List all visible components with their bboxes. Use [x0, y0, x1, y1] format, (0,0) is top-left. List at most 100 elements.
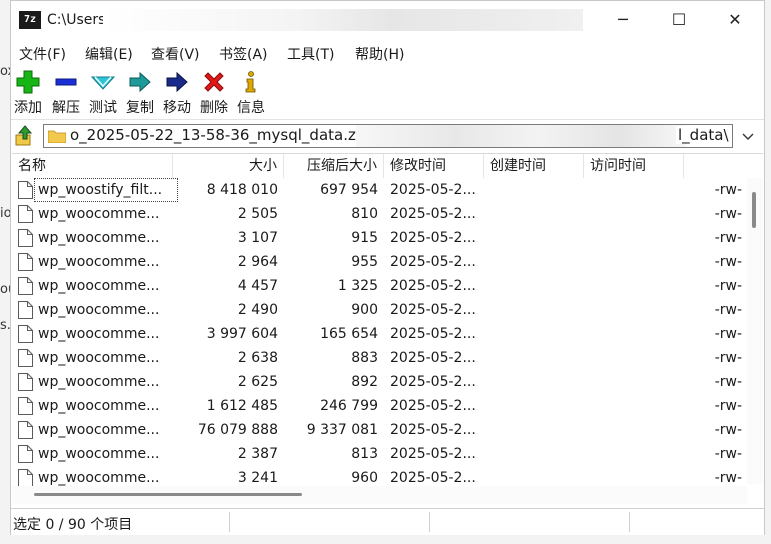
- file-attributes: -rw-: [714, 278, 742, 294]
- minimize-button[interactable]: ─: [595, 1, 651, 39]
- file-icon: [18, 349, 33, 367]
- table-row[interactable]: wp_woocomme... 2 964 955 2025-05-2... -rw-: [12, 250, 752, 274]
- file-name: wp_woocomme...: [38, 422, 160, 438]
- table-row[interactable]: wp_woocomme... 2 505 810 2025-05-2... -rw-: [12, 202, 752, 226]
- file-icon: [18, 445, 33, 463]
- horizontal-scroll-thumb[interactable]: [34, 493, 302, 496]
- file-name: wp_woocomme...: [38, 302, 160, 318]
- file-size: 3 107: [237, 230, 278, 246]
- file-packed-size: 697 954: [320, 182, 378, 198]
- file-packed-size: 892: [351, 374, 378, 390]
- table-row[interactable]: wp_woostify_filt... 8 418 010 697 954 2025-…: [12, 178, 752, 202]
- file-size: 4 457: [237, 278, 278, 294]
- address-input[interactable]: o_2025-05-22_13-58-36_mysql_data.zip\t l…: [43, 124, 733, 148]
- file-name-cell: wp_woocomme...: [34, 274, 178, 298]
- file-size: 2 625: [237, 374, 278, 390]
- file-attributes: -rw-: [714, 374, 742, 390]
- file-packed-size: 883: [351, 350, 378, 366]
- file-size: 76 079 888: [197, 422, 278, 438]
- file-name: wp_woocomme...: [38, 374, 160, 390]
- address-path: o_2025-05-22_13-58-36_mysql_data.zip\t: [70, 126, 381, 144]
- file-attributes: -rw-: [714, 254, 742, 270]
- file-modified: 2025-05-2...: [390, 278, 476, 294]
- file-packed-size: 9 337 081: [306, 422, 378, 438]
- address-dropdown-button[interactable]: [737, 126, 759, 146]
- add-icon: [15, 69, 41, 95]
- menu-file[interactable]: 文件(F): [19, 44, 66, 64]
- menu-view[interactable]: 查看(V): [151, 44, 200, 64]
- file-modified: 2025-05-2...: [390, 374, 476, 390]
- file-icon: [18, 397, 33, 415]
- archive-window: 7z C:\Users ─ ☐ ✕ 文件(F) 编辑(E) 查看(V) 书签(A…: [10, 0, 765, 535]
- file-size: 1 612 485: [206, 398, 278, 414]
- column-header-created[interactable]: 创建时间: [484, 154, 584, 178]
- file-size: 2 638: [237, 350, 278, 366]
- folder-icon: [47, 128, 67, 144]
- file-attributes: -rw-: [714, 326, 742, 342]
- address-bar: o_2025-05-22_13-58-36_mysql_data.zip\t l…: [11, 120, 764, 152]
- column-header-size[interactable]: 大小: [173, 154, 284, 178]
- table-row[interactable]: wp_woocomme... 4 457 1 325 2025-05-2... -rw-: [12, 274, 752, 298]
- menu-edit[interactable]: 编辑(E): [85, 44, 133, 64]
- file-icon: [18, 469, 33, 487]
- file-icon: [18, 421, 33, 439]
- menu-tools[interactable]: 工具(T): [287, 44, 334, 64]
- close-button[interactable]: ✕: [707, 1, 763, 39]
- redacted-path-area: [356, 125, 686, 147]
- file-icon: [18, 253, 33, 271]
- file-icon: [18, 325, 33, 343]
- file-name-cell: wp_woocomme...: [34, 346, 178, 370]
- file-packed-size: 246 799: [320, 398, 378, 414]
- maximize-button[interactable]: ☐: [651, 1, 707, 39]
- file-attributes: -rw-: [714, 182, 742, 198]
- column-header-accessed[interactable]: 访问时间: [584, 154, 684, 178]
- file-name-cell: wp_woocomme...: [34, 298, 178, 322]
- file-attributes: -rw-: [714, 206, 742, 222]
- file-icon: [18, 373, 33, 391]
- list-header: 名称 大小 压缩后大小 修改时间 创建时间 访问时间: [12, 154, 752, 178]
- column-header-packed[interactable]: 压缩后大小: [284, 154, 384, 178]
- column-header-name[interactable]: 名称: [12, 154, 173, 178]
- table-row[interactable]: wp_woocomme... 2 638 883 2025-05-2... -rw-: [12, 346, 752, 370]
- table-row[interactable]: wp_woocomme... 2 387 813 2025-05-2... -rw-: [12, 442, 752, 466]
- file-icon: [18, 205, 33, 223]
- horizontal-scrollbar[interactable]: [12, 486, 747, 504]
- test-icon: [90, 69, 116, 95]
- toolbar: 添加 解压 测试 复制 移动 删除 信息: [11, 65, 764, 120]
- file-name-cell: wp_woocomme...: [34, 418, 178, 442]
- file-modified: 2025-05-2...: [390, 350, 476, 366]
- file-icon: [18, 277, 33, 295]
- file-attributes: -rw-: [714, 230, 742, 246]
- table-row[interactable]: wp_woocomme... 76 079 888 9 337 081 2025-05…: [12, 418, 752, 442]
- file-modified: 2025-05-2...: [390, 398, 476, 414]
- info-label: 信息: [237, 100, 265, 116]
- table-row[interactable]: wp_woocomme... 2 625 892 2025-05-2... -rw-: [12, 370, 752, 394]
- file-name-cell: wp_woocomme...: [34, 226, 178, 250]
- vertical-scrollbar[interactable]: [747, 178, 763, 484]
- title-bar[interactable]: 7z C:\Users ─ ☐ ✕: [11, 1, 764, 39]
- file-packed-size: 165 654: [320, 326, 378, 342]
- table-row[interactable]: wp_woocomme... 2 490 900 2025-05-2... -rw-: [12, 298, 752, 322]
- file-icon: [18, 229, 33, 247]
- table-row[interactable]: wp_woocomme... 3 107 915 2025-05-2... -rw-: [12, 226, 752, 250]
- up-folder-button[interactable]: [13, 124, 37, 148]
- file-packed-size: 915: [351, 230, 378, 246]
- address-path-tail: l_data\: [676, 126, 729, 144]
- file-name-cell: wp_woocomme...: [34, 442, 178, 466]
- file-name: wp_woocomme...: [38, 398, 160, 414]
- column-header-modified[interactable]: 修改时间: [384, 154, 484, 178]
- menu-bookmarks[interactable]: 书签(A): [219, 44, 268, 64]
- redacted-title-area: [103, 9, 583, 31]
- file-modified: 2025-05-2...: [390, 422, 476, 438]
- menu-help[interactable]: 帮助(H): [355, 44, 404, 64]
- file-packed-size: 900: [351, 302, 378, 318]
- file-size: 2 490: [237, 302, 278, 318]
- table-row[interactable]: wp_woocomme... 3 997 604 165 654 2025-05-2.…: [12, 322, 752, 346]
- file-attributes: -rw-: [714, 398, 742, 414]
- info-button[interactable]: 信息: [231, 69, 271, 117]
- up-arrow-icon: [15, 125, 33, 146]
- file-size: 8 418 010: [206, 182, 278, 198]
- vertical-scroll-thumb[interactable]: [752, 192, 756, 228]
- file-name-cell: wp_woocomme...: [34, 202, 178, 226]
- table-row[interactable]: wp_woocomme... 1 612 485 246 799 2025-05-2.…: [12, 394, 752, 418]
